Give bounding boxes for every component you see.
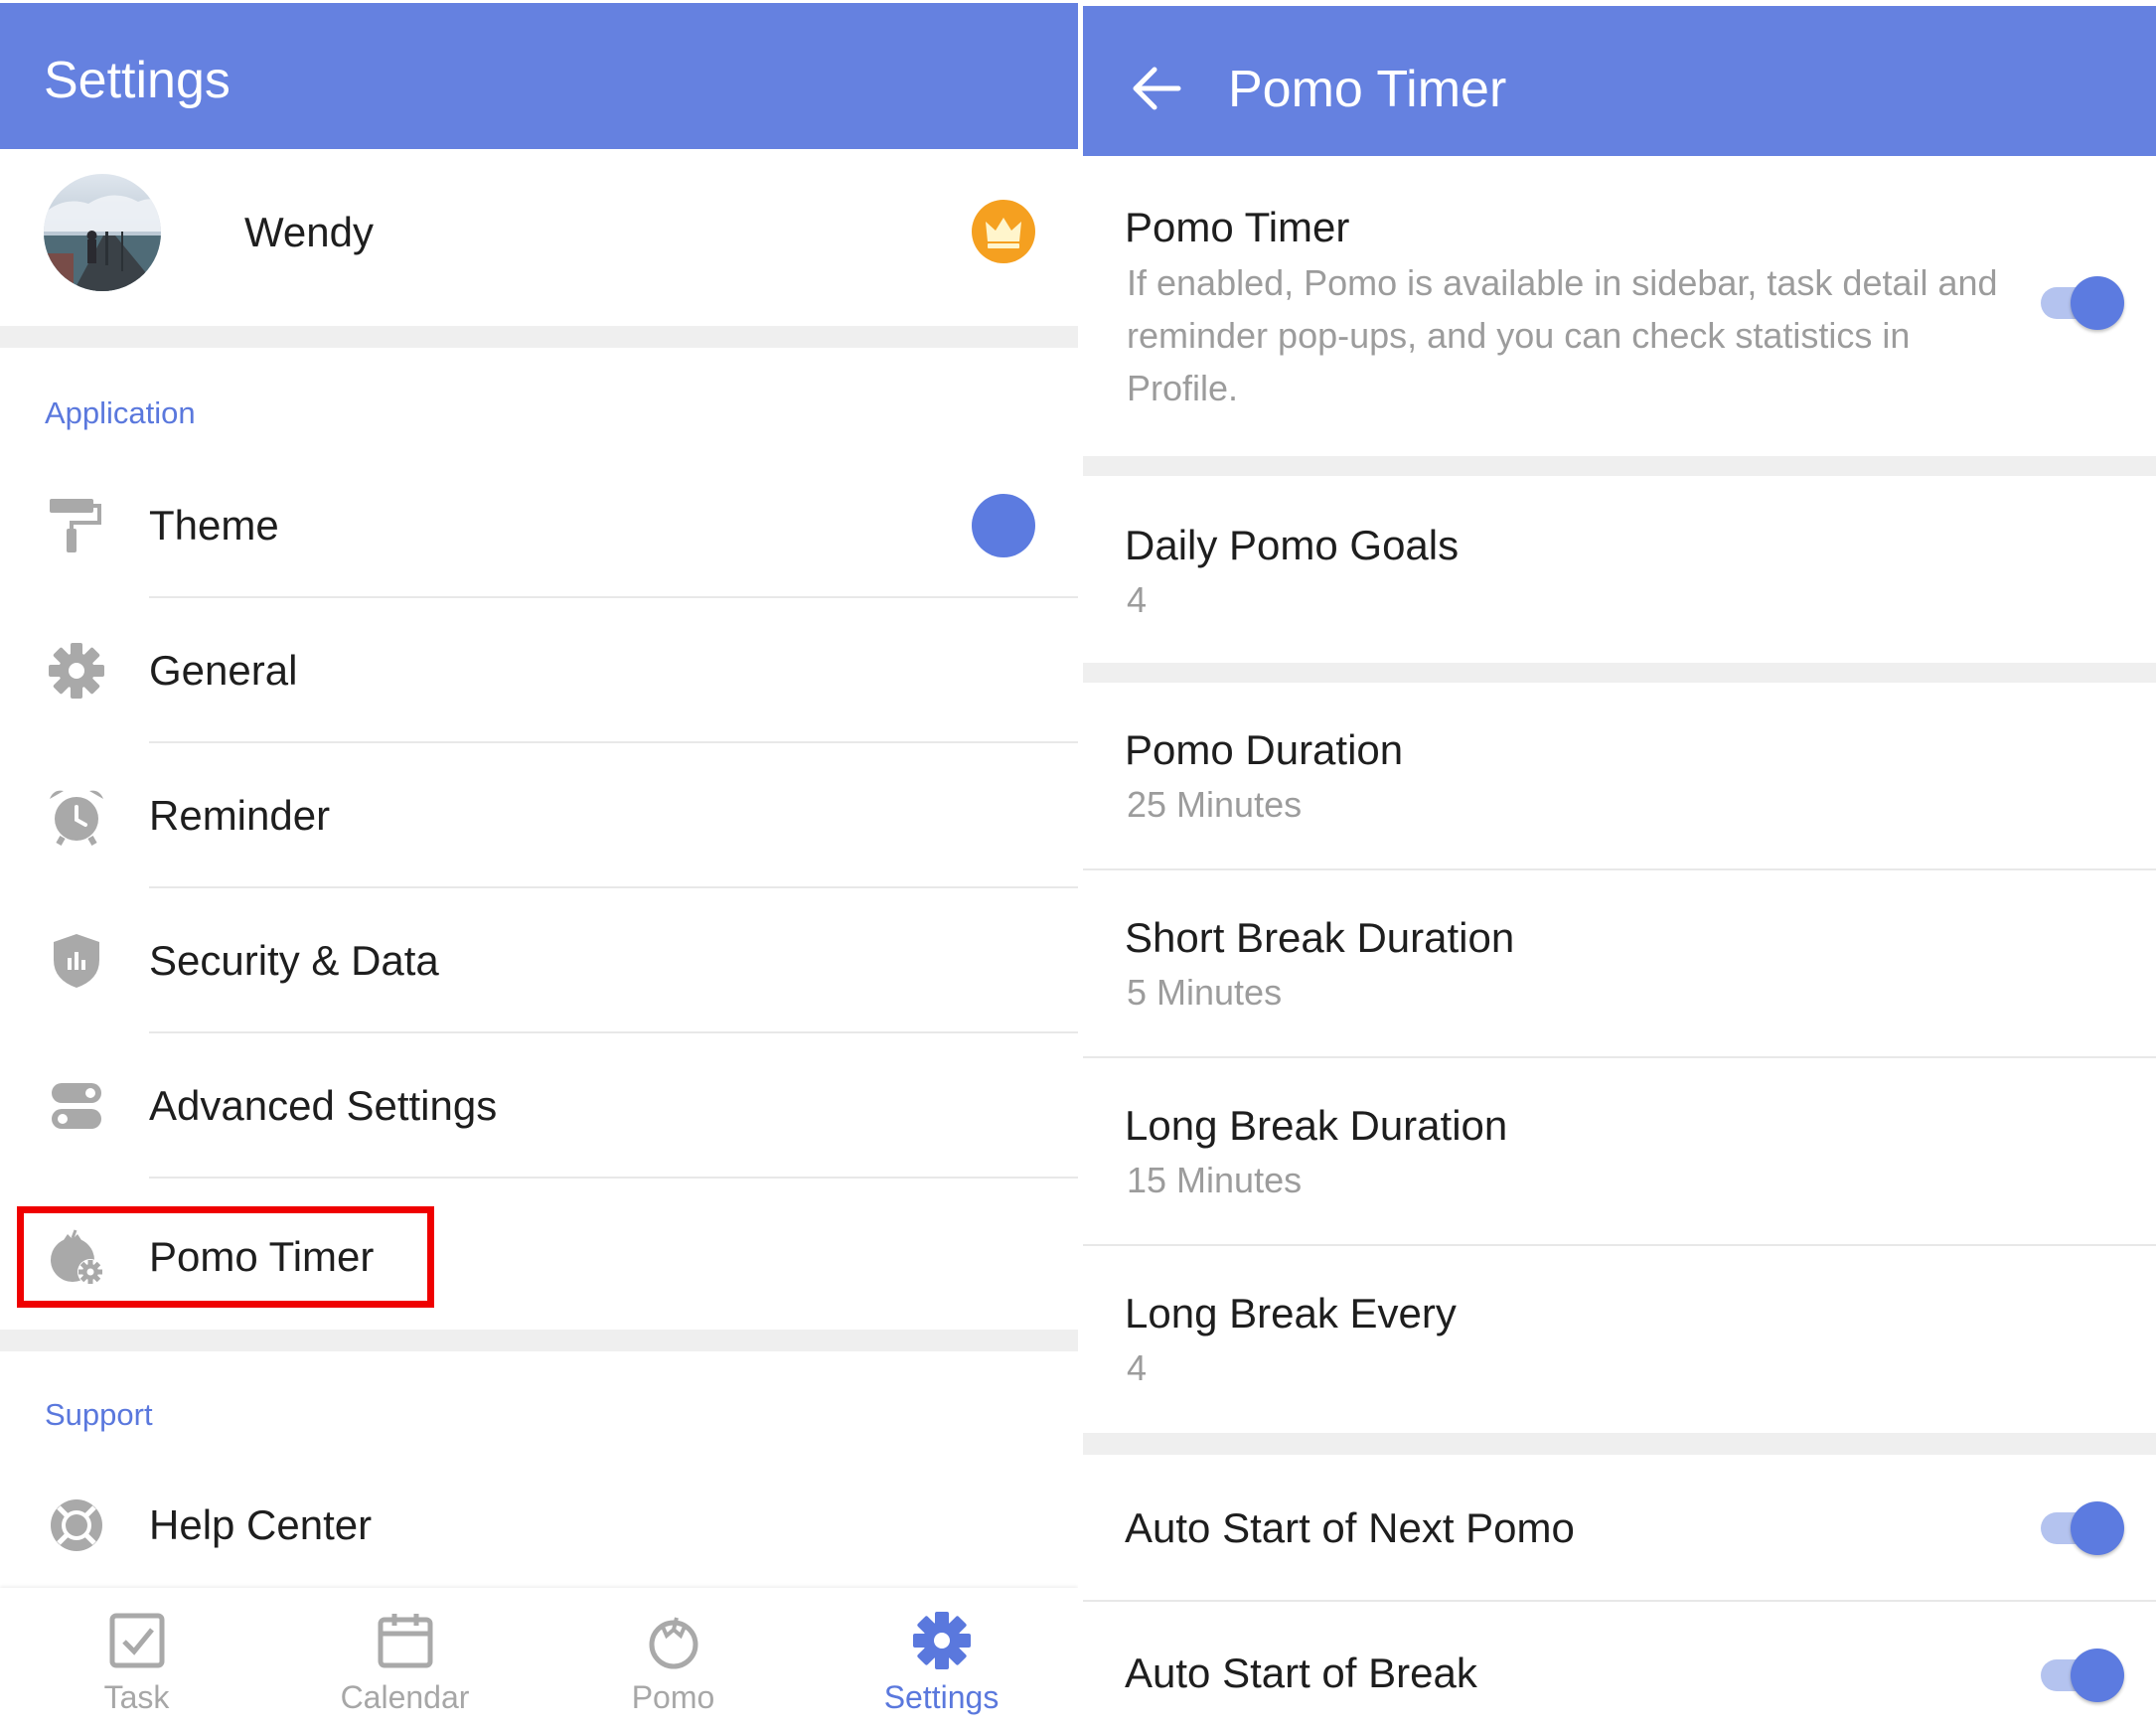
auto-start-next-pomo-setting[interactable]: Auto Start of Next Pomo <box>1083 1455 2156 1602</box>
setting-title: Pomo Duration <box>1125 726 1404 773</box>
settings-item-general[interactable]: General <box>0 598 1078 743</box>
section-divider <box>0 326 1078 348</box>
settings-app-bar: Settings <box>0 3 1078 149</box>
gear-icon <box>46 640 107 702</box>
shield-icon <box>46 930 107 992</box>
nav-tab-label: Calendar <box>340 1679 470 1715</box>
settings-item-label: Advanced Settings <box>149 1082 498 1129</box>
nav-tab-label: Task <box>103 1679 170 1715</box>
section-divider <box>1083 456 2156 476</box>
setting-title: Pomo Timer <box>1125 204 1350 250</box>
calendar-icon <box>375 1610 436 1671</box>
auto-start-next-pomo-toggle[interactable] <box>2039 1498 2128 1558</box>
settings-item-pomo-timer[interactable]: Pomo Timer <box>0 1184 1078 1330</box>
nav-tab-settings[interactable]: Settings <box>807 1588 1076 1729</box>
lifebuoy-icon <box>46 1494 107 1556</box>
toggle-thumb <box>2071 1649 2124 1702</box>
tomato-icon <box>643 1610 704 1671</box>
page-title: Settings <box>44 52 231 109</box>
settings-item-label: General <box>149 647 298 694</box>
settings-item-security[interactable]: Security & Data <box>0 888 1078 1033</box>
profile-row[interactable]: Wendy <box>0 149 1078 326</box>
settings-item-theme[interactable]: Theme <box>0 453 1078 598</box>
setting-title: Auto Start of Next Pomo <box>1125 1504 1575 1551</box>
pomo-timer-toggle[interactable] <box>2039 273 2128 333</box>
arrow-left-icon[interactable] <box>1131 66 1182 111</box>
setting-value: 4 <box>1127 1347 1148 1388</box>
toggles-icon <box>46 1075 107 1137</box>
crown-icon[interactable] <box>972 200 1035 263</box>
settings-item-label: Reminder <box>149 792 331 839</box>
profile-name: Wendy <box>244 209 374 255</box>
pomo-settings-icon <box>46 1226 107 1288</box>
setting-value: 25 Minutes <box>1127 784 1303 825</box>
nav-tab-label: Settings <box>883 1679 1000 1715</box>
section-divider <box>1083 1433 2156 1455</box>
gear-icon <box>911 1610 973 1671</box>
setting-title: Auto Start of Break <box>1125 1650 1477 1696</box>
setting-value: 4 <box>1127 579 1148 620</box>
row-divider <box>149 1177 1078 1179</box>
avatar[interactable] <box>44 174 161 291</box>
nav-tab-label: Pomo <box>631 1679 715 1715</box>
pomo-timer-screen: Pomo Timer Pomo Timer If enabled, Pomo i… <box>1083 0 2156 1729</box>
paint-roller-icon <box>46 495 107 556</box>
setting-title: Long Break Duration <box>1125 1102 1508 1149</box>
nav-tab-calendar[interactable]: Calendar <box>270 1588 539 1729</box>
pomo-app-bar: Pomo Timer <box>1083 6 2156 156</box>
toggle-thumb <box>2071 276 2124 330</box>
settings-item-label: Help Center <box>149 1501 373 1548</box>
bottom-navigation: Task Calendar Pomo Settings <box>0 1588 1078 1729</box>
setting-title: Long Break Every <box>1125 1290 1457 1336</box>
alarm-clock-icon <box>46 785 107 847</box>
setting-title: Daily Pomo Goals <box>1125 522 1460 568</box>
daily-pomo-goals-setting[interactable]: Daily Pomo Goals 4 <box>1083 476 2156 663</box>
setting-value: 15 Minutes <box>1127 1160 1303 1200</box>
settings-item-label: Theme <box>149 502 279 549</box>
section-title-support: Support <box>45 1397 153 1432</box>
settings-item-label: Security & Data <box>149 937 439 984</box>
setting-description: If enabled, Pomo is available in sidebar… <box>1127 262 1998 408</box>
auto-start-break-setting[interactable]: Auto Start of Break <box>1083 1602 2156 1729</box>
nav-tab-task[interactable]: Task <box>2 1588 271 1729</box>
short-break-duration-setting[interactable]: Short Break Duration 5 Minutes <box>1083 870 2156 1058</box>
long-break-duration-setting[interactable]: Long Break Duration 15 Minutes <box>1083 1058 2156 1246</box>
section-divider <box>1083 663 2156 683</box>
pomo-timer-setting[interactable]: Pomo Timer If enabled, Pomo is available… <box>1083 156 2156 456</box>
setting-value: 5 Minutes <box>1127 972 1283 1013</box>
settings-screen: Settings Wendy Application Theme General… <box>0 0 1078 1729</box>
setting-title: Short Break Duration <box>1125 914 1515 961</box>
settings-item-label: Pomo Timer <box>149 1233 375 1280</box>
theme-color-swatch <box>972 494 1035 557</box>
nav-tab-pomo[interactable]: Pomo <box>539 1588 808 1729</box>
page-title: Pomo Timer <box>1228 61 1507 118</box>
checkbox-icon <box>106 1610 168 1671</box>
pomo-duration-setting[interactable]: Pomo Duration 25 Minutes <box>1083 683 2156 870</box>
section-title-application: Application <box>45 395 196 430</box>
section-divider <box>0 1330 1078 1351</box>
settings-item-help-center[interactable]: Help Center <box>0 1457 1078 1594</box>
settings-item-advanced[interactable]: Advanced Settings <box>0 1033 1078 1179</box>
long-break-every-setting[interactable]: Long Break Every 4 <box>1083 1246 2156 1433</box>
auto-start-break-toggle[interactable] <box>2039 1646 2128 1705</box>
settings-item-reminder[interactable]: Reminder <box>0 743 1078 888</box>
toggle-thumb <box>2071 1501 2124 1555</box>
